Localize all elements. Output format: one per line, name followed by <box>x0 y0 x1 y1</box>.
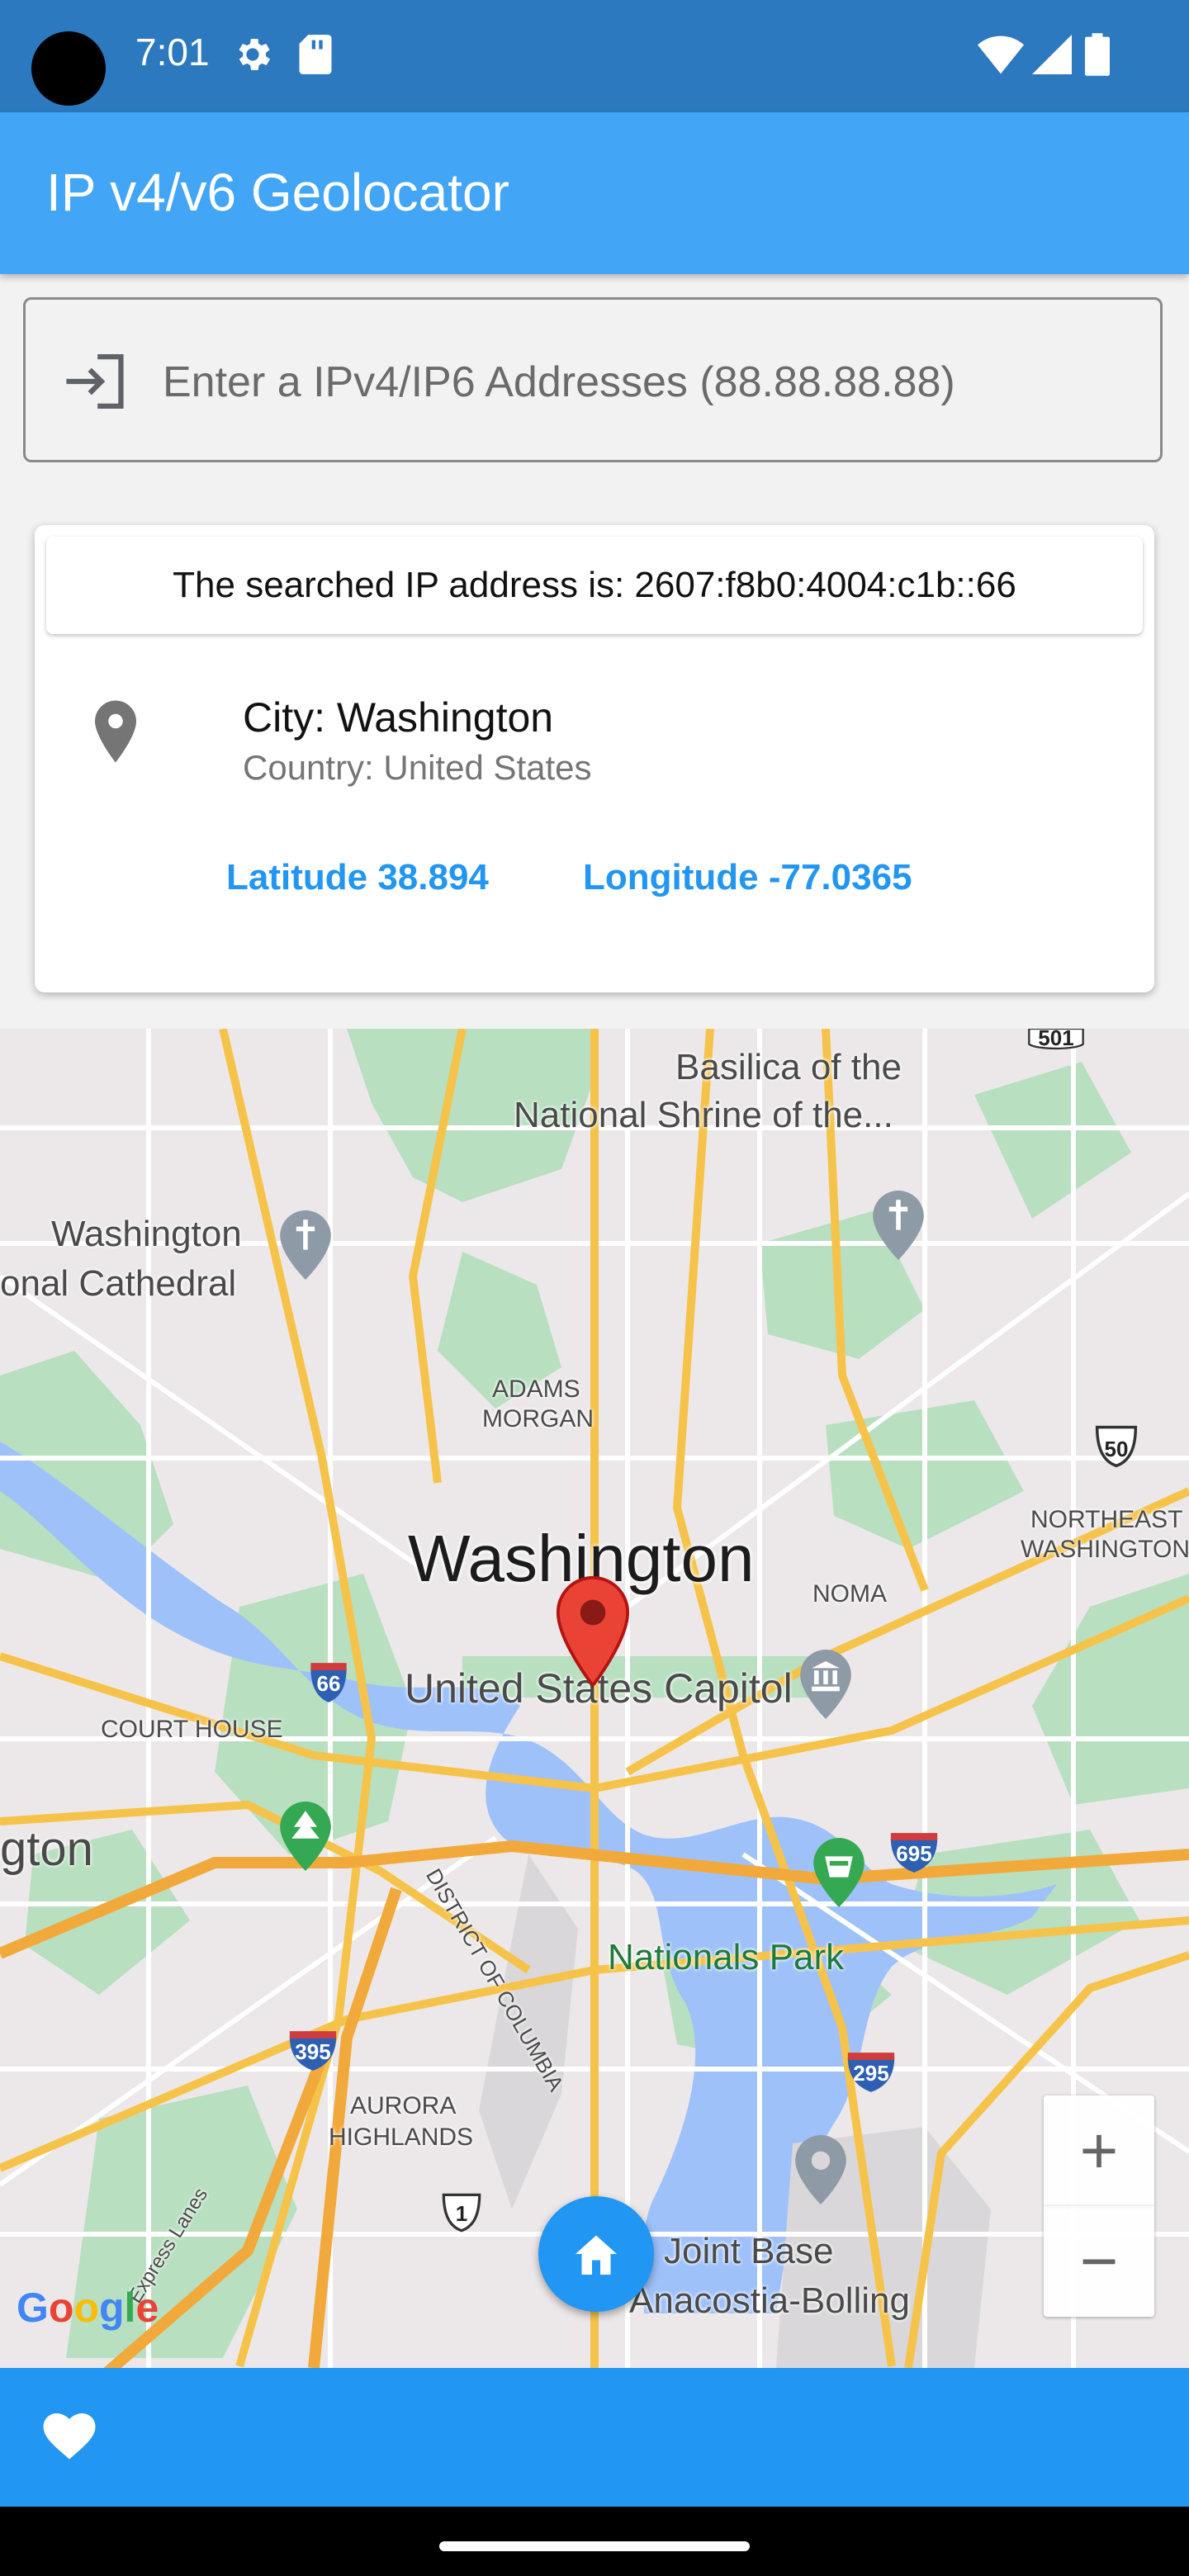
map-label-basilica: Basilica of the <box>675 1047 902 1087</box>
shield-1-label: 1 <box>455 2201 468 2226</box>
shield-295-label: 295 <box>853 2061 889 2086</box>
settings-icon <box>239 39 271 70</box>
bottom-app-bar <box>0 2368 1189 2507</box>
system-navigation-bar <box>0 2507 1189 2576</box>
app-bar: IP v4/v6 Geolocator <box>0 112 1189 274</box>
map-label-highlands: HIGHLANDS <box>329 2124 474 2151</box>
map-view[interactable]: Basilica of the National Shrine of the..… <box>0 1029 1189 2368</box>
zoom-in-button[interactable]: + <box>1044 2095 1154 2206</box>
map-label-national-cathedral: onal Cathedral <box>0 1263 237 1304</box>
location-marker-icon[interactable] <box>555 1574 631 1689</box>
place-marker-icon[interactable] <box>793 2135 849 2204</box>
shield-395-label: 395 <box>295 2039 331 2064</box>
app-title: IP v4/v6 Geolocator <box>46 163 509 222</box>
map-label-morgan: MORGAN <box>482 1405 594 1432</box>
zoom-out-button[interactable]: − <box>1044 2206 1154 2317</box>
shield-50-label: 50 <box>1104 1437 1129 1461</box>
map-label-national-shrine: National Shrine of the... <box>514 1095 893 1135</box>
map-label-noma: NOMA <box>812 1580 887 1608</box>
result-card: The searched IP address is: 2607:f8b0:40… <box>35 525 1154 992</box>
shield-695-label: 695 <box>896 1841 932 1866</box>
map-label-court-house: COURT HOUSE <box>101 1716 283 1743</box>
signal-icon <box>1032 35 1072 74</box>
longitude-text: Longitude -77.0365 <box>583 857 912 897</box>
wifi-icon <box>978 36 1024 74</box>
searched-ip-label: The searched IP address is: 2607:f8b0:40… <box>46 537 1143 634</box>
landmark-icon[interactable] <box>798 1650 854 1719</box>
city-text: City: Washington <box>243 694 554 741</box>
map-label-northeast-washington: WASHINGTON <box>1021 1536 1189 1563</box>
heart-icon[interactable] <box>40 2406 99 2460</box>
park-icon[interactable] <box>277 1802 334 1871</box>
park-area <box>974 1062 1131 1219</box>
google-logo: Google <box>17 2285 159 2331</box>
sd-card-icon <box>299 35 332 74</box>
country-text: Country: United States <box>243 748 592 787</box>
map-label-aurora: AURORA <box>350 2092 457 2119</box>
ip-search-field[interactable] <box>23 297 1163 462</box>
home-icon <box>576 2235 617 2275</box>
latitude-text: Latitude 38.894 <box>226 857 489 897</box>
stadium-icon[interactable] <box>811 1838 867 1907</box>
status-bar: 7:01 <box>0 0 1189 112</box>
battery-icon <box>1085 33 1110 76</box>
camera-cutout <box>31 31 106 106</box>
map-label-washington-national: Washington <box>51 1214 242 1254</box>
map-label-adams: ADAMS <box>492 1376 580 1403</box>
place-of-worship-icon[interactable] <box>277 1210 334 1280</box>
map-label-anacostia: Anacostia-Bolling <box>629 2280 910 2321</box>
place-of-worship-icon[interactable] <box>870 1191 926 1260</box>
map-label-nationals-park: Nationals Park <box>608 1937 845 1977</box>
home-fab-button[interactable] <box>538 2196 654 2312</box>
map-label-northeast: NORTHEAST <box>1030 1506 1183 1533</box>
shield-501-label: 501 <box>1038 1029 1074 1050</box>
map-label-joint-base: Joint Base <box>664 2231 834 2271</box>
shield-66-label: 66 <box>316 1671 341 1696</box>
location-pin-icon <box>95 700 136 763</box>
ip-address-input[interactable] <box>161 336 1139 429</box>
status-time: 7:01 <box>135 31 210 73</box>
gesture-handle[interactable] <box>439 2541 750 2551</box>
map-label-arlington: gton <box>0 1822 93 1876</box>
login-icon[interactable] <box>64 354 126 409</box>
